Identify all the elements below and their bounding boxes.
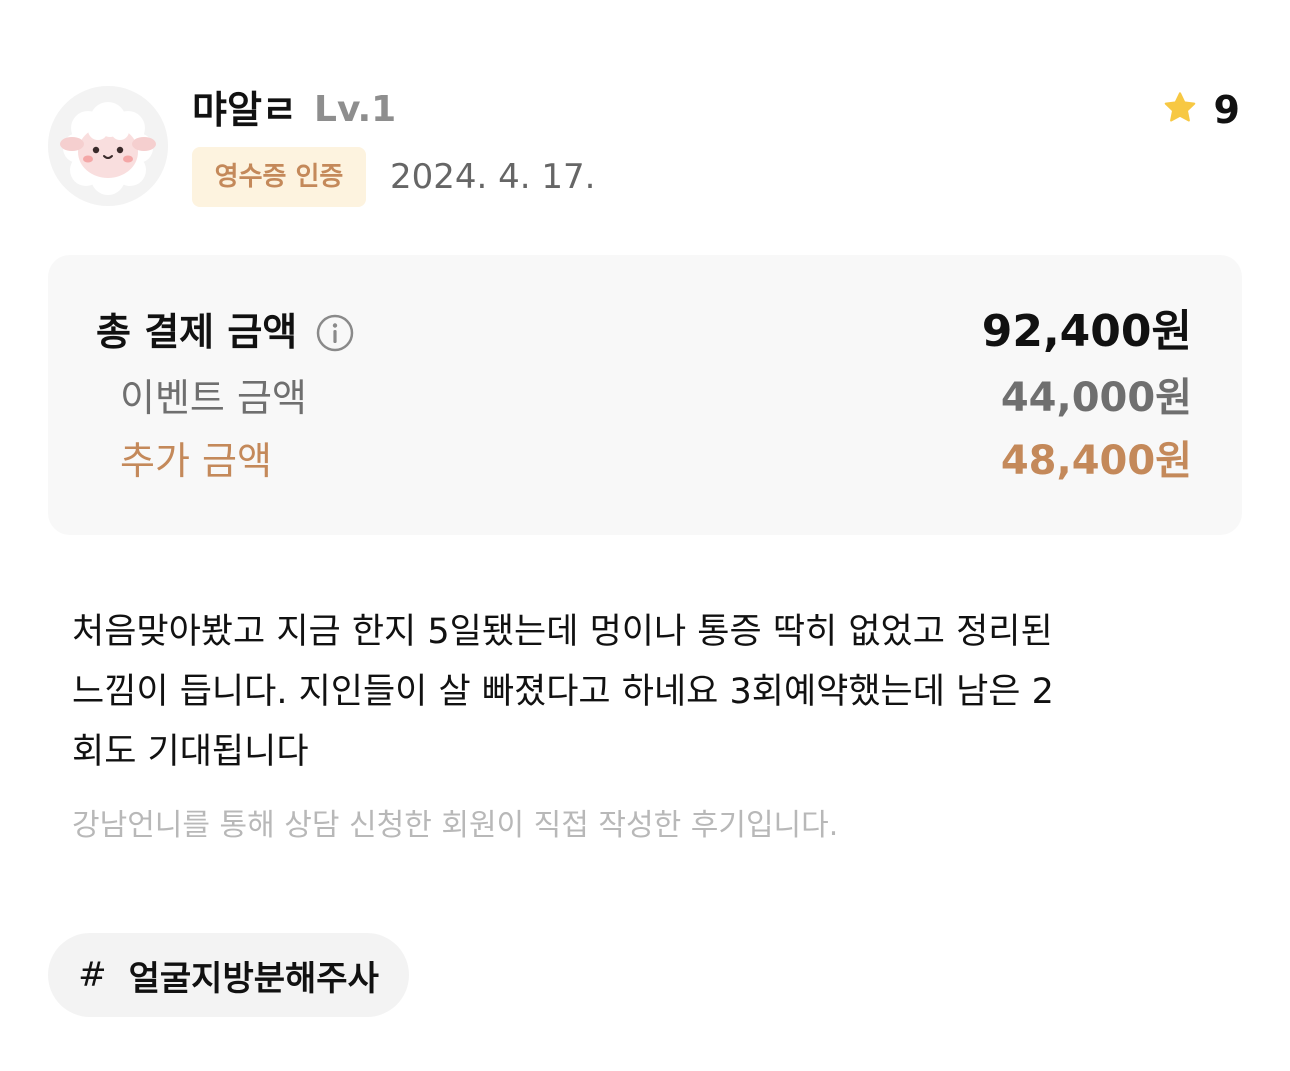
info-icon[interactable] [315, 312, 355, 352]
review-date: 2024. 4. 17. [390, 157, 596, 197]
price-summary: 총 결제 금액 92,400원 이벤트 금액 44,000원 추가 금액 48,… [48, 255, 1242, 535]
tag-label: 얼굴지방분해주사 [128, 958, 379, 999]
hash-icon: # [78, 955, 107, 995]
event-price-label: 이벤트 금액 [120, 376, 307, 420]
extra-price-amount: 48,400원 [1000, 438, 1192, 484]
receipt-verified-badge: 영수증 인증 [192, 147, 366, 207]
review-text-line: 회도 기대됩니다 [72, 732, 309, 772]
rating: 9 [1162, 86, 1240, 134]
sheep-avatar-icon[interactable] [48, 86, 168, 206]
extra-price-label: 추가 금액 [120, 439, 272, 483]
tag-chip[interactable]: # 얼굴지방분해주사 [48, 933, 409, 1017]
user-name[interactable]: 먀알ㄹ [192, 86, 297, 134]
star-icon [1162, 90, 1198, 130]
review-disclaimer: 강남언니를 통해 상담 신청한 회원이 직접 작성한 후기입니다. [72, 808, 839, 843]
event-price-row: 이벤트 금액 44,000원 [48, 370, 1242, 426]
review-card: 먀알ㄹ Lv.1 영수증 인증 2024. 4. 17. 9 총 결제 금액 9… [0, 0, 1290, 1071]
review-text-line: 느낌이 듭니다. 지인들이 살 빠졌다고 하네요 3회예약했는데 남은 2 [72, 672, 1054, 712]
event-price-amount: 44,000원 [1000, 375, 1192, 421]
rating-value: 9 [1213, 88, 1240, 132]
total-price-label-group: 총 결제 금액 [96, 304, 355, 360]
review-text: 처음맞아봤고 지금 한지 5일됐는데 멍이나 통증 딱히 없었고 정리된 느낌이… [72, 602, 1212, 782]
total-price-label: 총 결제 금액 [96, 310, 298, 354]
total-price-row: 총 결제 금액 92,400원 [48, 304, 1242, 360]
extra-price-row: 추가 금액 48,400원 [48, 433, 1242, 489]
user-level: Lv.1 [314, 89, 397, 130]
total-price-amount: 92,400원 [981, 306, 1192, 357]
review-text-line: 처음맞아봤고 지금 한지 5일됐는데 멍이나 통증 딱히 없었고 정리된 [72, 612, 1053, 652]
